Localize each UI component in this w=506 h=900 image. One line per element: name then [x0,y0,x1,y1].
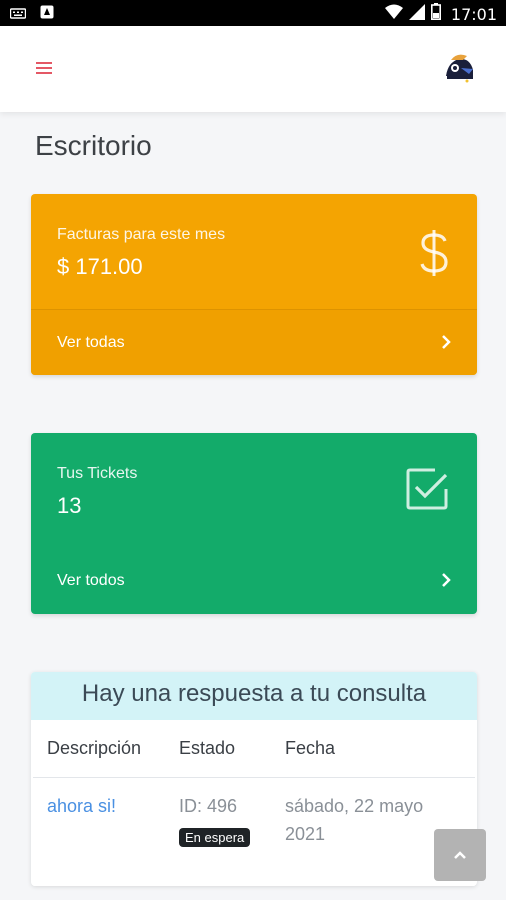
view-all-tickets-label: Ver todos [57,572,125,589]
notice-title: Hay una respuesta a tu consulta [31,672,477,720]
ticket-description-link[interactable]: ahora si! [47,796,116,817]
response-notice-panel: Hay una respuesta a tu consulta Descripc… [31,672,477,886]
scroll-to-top-button[interactable] [434,829,486,881]
tickets-label: Tus Tickets [57,465,138,482]
keyboard-icon [9,6,27,24]
invoices-label: Facturas para este mes [57,226,226,243]
column-header-description: Descripción [47,738,142,758]
column-header-date: Fecha [285,738,336,758]
chevron-right-icon [441,334,451,355]
tickets-card: Tus Tickets 13 Ver todos [31,433,477,614]
battery-icon [430,3,441,25]
wifi-icon [384,4,403,25]
hamburger-menu-icon[interactable] [36,62,52,76]
page-title: Escritorio [35,130,152,161]
dollar-icon [419,228,449,283]
chevron-up-icon [454,851,466,859]
view-all-invoices-link[interactable]: Ver todas [31,309,477,375]
ticket-id: ID: 496 [179,796,238,816]
status-time: 17:01 [450,4,497,24]
invoices-value: $ 171.00 [57,254,143,279]
column-header-status: Estado [179,738,236,758]
status-bar: 17:01 [0,0,506,26]
view-all-invoices-label: Ver todas [57,334,125,351]
avatar[interactable] [439,48,479,88]
tickets-table: Descripción Estado Fecha ahora si! ID: 4… [33,720,475,886]
checkbox-icon [405,467,449,516]
table-divider [33,777,475,778]
tickets-value: 13 [57,493,82,518]
signal-icon [408,3,425,25]
invoices-card: Facturas para este mes $ 171.00 Ver toda… [31,194,477,375]
ticket-date-year: 2021 [285,824,326,844]
chevron-right-icon [441,572,451,593]
view-all-tickets-link[interactable]: Ver todos [31,548,477,614]
notification-icon [40,5,54,24]
ticket-date: sábado, 22 mayo [285,796,424,816]
app-header [0,26,506,112]
status-badge: En espera [179,828,251,847]
